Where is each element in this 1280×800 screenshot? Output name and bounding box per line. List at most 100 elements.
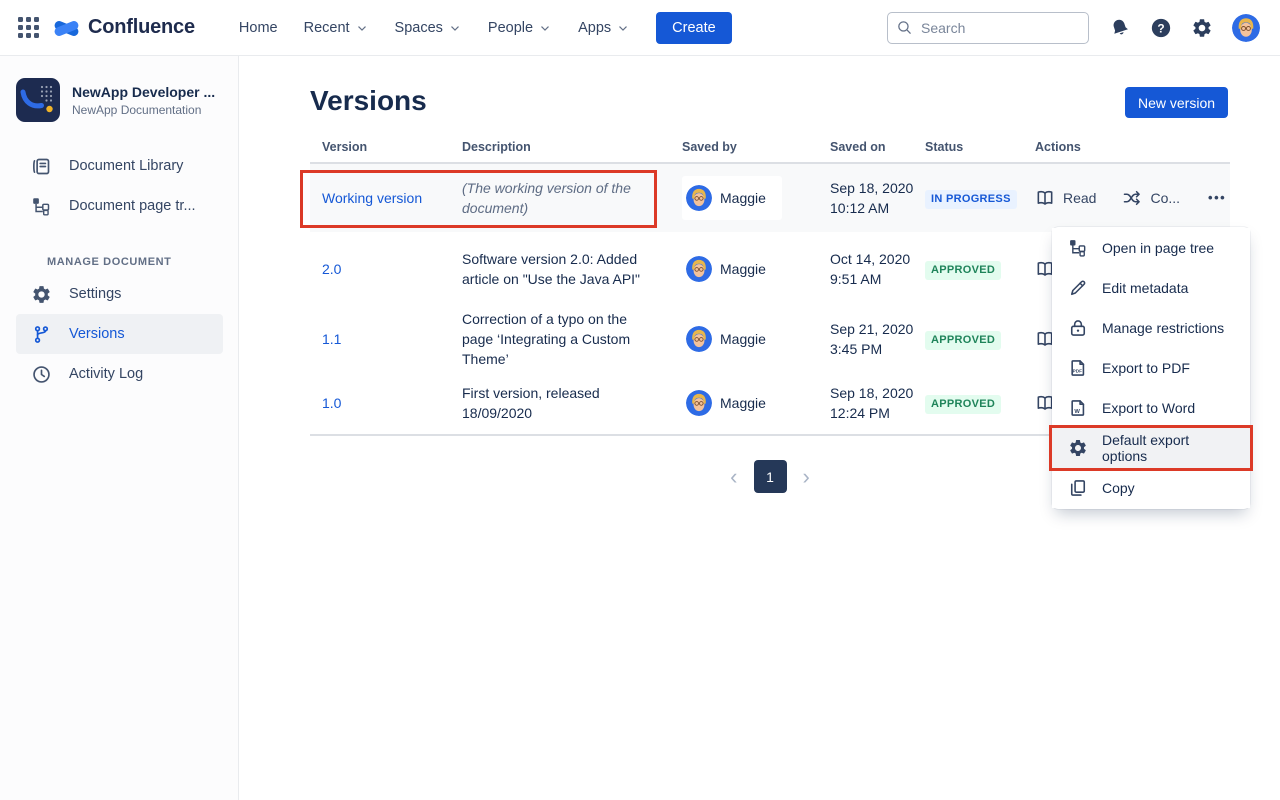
menu-item-label: Export to PDF <box>1102 360 1190 376</box>
version-link[interactable]: 1.0 <box>322 395 341 411</box>
sidebar-nav: Document Library Document page tr... MAN… <box>0 132 238 394</box>
version-description: (The working version of the document) <box>452 178 682 218</box>
new-version-button[interactable]: New version <box>1125 87 1228 118</box>
pdf-file-icon: PDF <box>1068 358 1088 378</box>
sidebar-item-label: Document page tr... <box>69 198 196 214</box>
version-link[interactable]: Working version <box>322 190 422 206</box>
nav-item-spaces[interactable]: Spaces <box>385 12 472 44</box>
saved-by-user[interactable]: Maggie <box>682 317 782 361</box>
saved-by-user[interactable]: Maggie <box>682 176 782 220</box>
nav-label: Recent <box>304 20 350 36</box>
confluence-mark-icon <box>53 15 80 41</box>
sidebar-item-activity-log[interactable]: Activity Log <box>16 354 223 394</box>
help-icon[interactable]: ? <box>1150 17 1172 39</box>
column-header-saved-on: Saved on <box>830 140 925 154</box>
copy-icon <box>1068 478 1088 498</box>
document-library-icon <box>31 156 52 177</box>
book-icon <box>1035 188 1055 208</box>
version-description: First version, released 18/09/2020 <box>452 383 682 423</box>
status-badge: IN PROGRESS <box>925 190 1017 209</box>
page-tree-icon <box>31 196 52 217</box>
clock-icon <box>31 364 52 385</box>
svg-text:?: ? <box>1157 21 1164 35</box>
version-link[interactable]: 1.1 <box>322 331 341 347</box>
sidebar-item-label: Activity Log <box>69 366 143 382</box>
chevron-down-icon <box>355 21 369 35</box>
nav-item-home[interactable]: Home <box>229 12 288 44</box>
app-switcher-icon[interactable] <box>18 17 39 38</box>
menu-item-export-to-word[interactable]: W Export to Word <box>1052 388 1250 428</box>
topbar-icon-group: ? <box>1109 14 1260 42</box>
menu-item-label: Copy <box>1102 480 1135 496</box>
compare-button[interactable]: Co... <box>1122 188 1180 208</box>
nav-label: Apps <box>578 20 611 36</box>
menu-item-default-export-options[interactable]: Default export options <box>1052 428 1250 468</box>
nav-item-people[interactable]: People <box>478 12 562 44</box>
notifications-bell-icon[interactable] <box>1109 17 1131 39</box>
sidebar-item-versions[interactable]: Versions <box>16 314 223 354</box>
menu-item-copy[interactable]: Copy <box>1052 468 1250 508</box>
menu-item-open-in-page-tree[interactable]: Open in page tree <box>1052 228 1250 268</box>
sidebar-item-document-library[interactable]: Document Library <box>16 146 223 186</box>
version-link[interactable]: 2.0 <box>322 261 341 277</box>
user-avatar[interactable] <box>1232 14 1260 42</box>
saved-by-name: Maggie <box>720 188 766 208</box>
sidebar-item-document-page-tree[interactable]: Document page tr... <box>16 186 223 226</box>
saved-on-date: Sep 21, 2020 3:45 PM <box>830 319 925 359</box>
sidebar-item-label: Versions <box>69 326 125 342</box>
chevron-down-icon <box>538 21 552 35</box>
chevron-down-icon <box>448 21 462 35</box>
menu-item-export-to-pdf[interactable]: PDF Export to PDF <box>1052 348 1250 388</box>
sidebar-item-label: Settings <box>69 286 121 302</box>
gear-icon <box>1068 438 1088 458</box>
menu-item-edit-metadata[interactable]: Edit metadata <box>1052 268 1250 308</box>
column-header-description: Description <box>452 140 682 154</box>
sidebar-item-settings[interactable]: Settings <box>16 274 223 314</box>
pagination-next-icon[interactable]: › <box>799 461 814 493</box>
column-header-version: Version <box>310 140 452 154</box>
read-label: Read <box>1063 188 1096 208</box>
saved-by-user[interactable]: Maggie <box>682 381 782 425</box>
menu-item-label: Export to Word <box>1102 400 1195 416</box>
svg-text:PDF: PDF <box>1073 369 1082 374</box>
column-header-saved-by: Saved by <box>682 140 830 154</box>
create-button[interactable]: Create <box>656 12 732 44</box>
nav-label: Home <box>239 20 278 36</box>
lock-icon <box>1068 318 1088 338</box>
settings-gear-icon[interactable] <box>1191 17 1213 39</box>
pagination-prev-icon[interactable]: ‹ <box>726 461 741 493</box>
status-badge: APPROVED <box>925 395 1001 414</box>
pencil-icon <box>1068 278 1088 298</box>
menu-item-label: Default export options <box>1102 432 1236 464</box>
sidebar-item-label: Document Library <box>69 158 183 174</box>
confluence-wordmark: Confluence <box>88 16 195 39</box>
nav-item-recent[interactable]: Recent <box>294 12 379 44</box>
saved-by-user[interactable]: Maggie <box>682 247 782 291</box>
nav-item-apps[interactable]: Apps <box>568 12 640 44</box>
column-header-status: Status <box>925 140 1027 154</box>
status-badge: APPROVED <box>925 261 1001 280</box>
menu-item-label: Open in page tree <box>1102 240 1214 256</box>
shuffle-icon <box>1122 188 1142 208</box>
branch-icon <box>31 324 52 345</box>
read-button[interactable]: Read <box>1035 188 1096 208</box>
top-navigation-bar: Confluence Home Recent Spaces People App… <box>0 0 1280 56</box>
saved-on-date: Sep 18, 2020 12:24 PM <box>830 383 925 423</box>
version-description: Software version 2.0: Added article on "… <box>452 249 682 289</box>
user-avatar <box>686 256 712 282</box>
chevron-down-icon <box>616 21 630 35</box>
space-header[interactable]: NewApp Developer ... NewApp Documentatio… <box>0 56 238 132</box>
menu-item-manage-restrictions[interactable]: Manage restrictions <box>1052 308 1250 348</box>
page-tree-icon <box>1068 238 1088 258</box>
confluence-logo[interactable]: Confluence <box>53 15 195 41</box>
more-actions-button[interactable]: ••• <box>1208 188 1226 208</box>
user-avatar <box>686 185 712 211</box>
search-icon <box>896 19 913 36</box>
actions-dropdown-menu: Open in page tree Edit metadata Manage r… <box>1052 227 1250 509</box>
pagination-current-page[interactable]: 1 <box>754 460 787 493</box>
space-sidebar: NewApp Developer ... NewApp Documentatio… <box>0 56 239 800</box>
saved-on-date: Oct 14, 2020 9:51 AM <box>830 249 925 289</box>
column-header-actions: Actions <box>1027 140 1230 154</box>
search-input[interactable] <box>887 12 1089 44</box>
space-subtitle: NewApp Documentation <box>72 103 215 117</box>
